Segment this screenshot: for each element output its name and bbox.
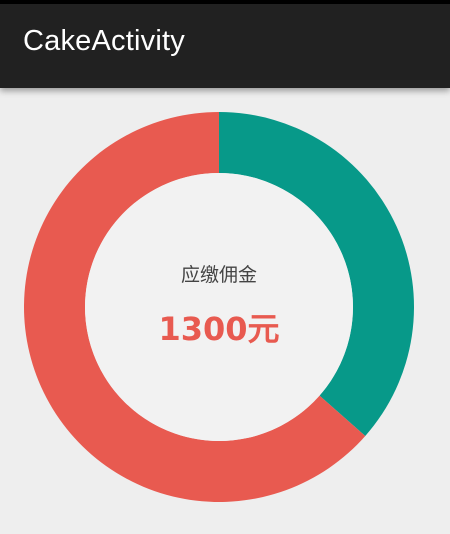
app-title: CakeActivity	[23, 25, 185, 57]
app-bar: CakeActivity	[0, 4, 450, 88]
commission-label: 应缴佣金	[180, 264, 257, 286]
content-area: 应缴佣金 1300元	[0, 88, 450, 534]
commission-amount: 1300元	[158, 310, 280, 348]
